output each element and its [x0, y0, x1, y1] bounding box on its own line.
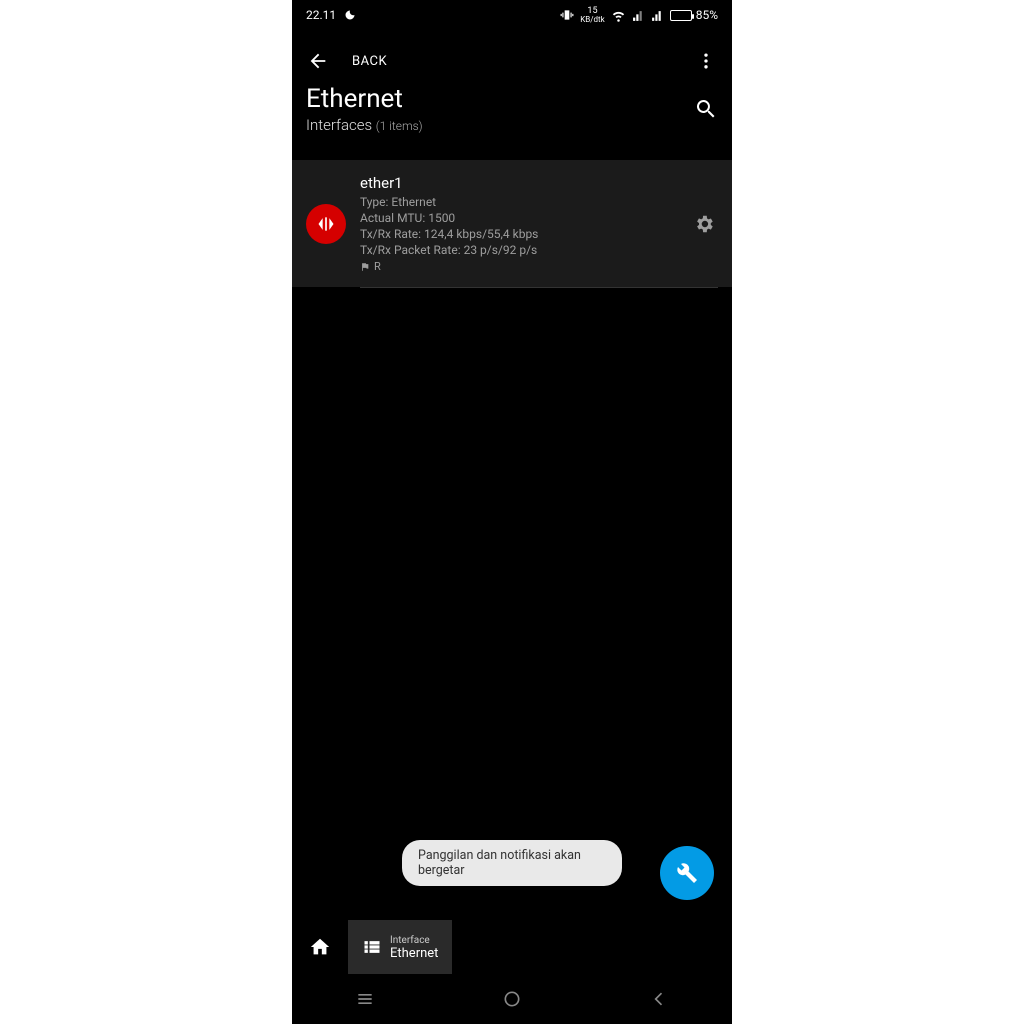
interface-mtu: Actual MTU: 1500	[360, 210, 676, 226]
bottom-tab-bar: Interface Ethernet	[292, 920, 732, 974]
battery-icon	[670, 10, 692, 21]
net-rate-indicator: 15 KB/dtk	[580, 7, 605, 24]
flag-icon	[360, 262, 370, 272]
app-bar-left: BACK	[306, 49, 387, 73]
item-count: (1 items)	[376, 119, 423, 133]
wrench-icon	[675, 861, 699, 885]
search-icon[interactable]	[694, 97, 718, 121]
home-icon	[309, 936, 331, 958]
interface-list-item[interactable]: ether1 Type: Ethernet Actual MTU: 1500 T…	[292, 160, 732, 287]
titles: Ethernet Interfaces (1 items)	[306, 84, 423, 134]
interface-name: ether1	[360, 174, 676, 192]
toast-message: Panggilan dan notifikasi akan bergetar	[402, 840, 622, 886]
subtitle-text: Interfaces	[306, 116, 372, 134]
battery-pct: 85%	[696, 8, 718, 22]
list-divider	[360, 287, 718, 288]
tab-home[interactable]	[292, 920, 348, 974]
flag-letter: R	[374, 260, 381, 273]
vibrate-icon	[560, 8, 574, 22]
interface-avatar-icon	[306, 204, 346, 244]
sys-back-button[interactable]	[645, 985, 673, 1013]
signal-1-icon	[632, 9, 645, 22]
interface-settings-button[interactable]	[690, 210, 718, 238]
recents-icon	[355, 989, 375, 1009]
system-nav-bar	[292, 974, 732, 1024]
circle-icon	[502, 989, 522, 1009]
sys-home-button[interactable]	[498, 985, 526, 1013]
back-label[interactable]: BACK	[352, 54, 387, 69]
status-time: 22.11	[306, 8, 336, 22]
app-bar-top: BACK	[306, 44, 718, 78]
app-bar: BACK Ethernet Interfaces (1 items)	[292, 30, 732, 140]
sys-recents-button[interactable]	[351, 985, 379, 1013]
tools-fab[interactable]	[660, 846, 714, 900]
wifi-icon	[611, 8, 626, 23]
status-right: 15 KB/dtk 85%	[560, 7, 718, 24]
interface-type: Type: Ethernet	[360, 194, 676, 210]
interface-flag: R	[360, 260, 676, 273]
tab-interface-ethernet[interactable]: Interface Ethernet	[348, 920, 452, 974]
net-rate-unit: KB/dtk	[580, 16, 605, 24]
list-icon	[362, 937, 382, 957]
tab-labels: Interface Ethernet	[390, 934, 438, 960]
interface-body: ether1 Type: Ethernet Actual MTU: 1500 T…	[360, 174, 676, 273]
moon-icon	[344, 9, 356, 21]
page-subtitle: Interfaces (1 items)	[306, 116, 423, 134]
tab-bottom-label: Ethernet	[390, 947, 438, 960]
back-arrow-icon[interactable]	[306, 49, 330, 73]
back-chevron-icon	[649, 989, 669, 1009]
signal-2-icon	[651, 9, 664, 22]
interface-packet-rate: Tx/Rx Packet Rate: 23 p/s/92 p/s	[360, 242, 676, 258]
gear-icon	[693, 213, 715, 235]
battery-indicator: 85%	[670, 8, 718, 22]
title-row: Ethernet Interfaces (1 items)	[306, 84, 718, 134]
status-bar: 22.11 15 KB/dtk 85%	[292, 0, 732, 30]
interface-rate: Tx/Rx Rate: 124,4 kbps/55,4 kbps	[360, 226, 676, 242]
content-area: ether1 Type: Ethernet Actual MTU: 1500 T…	[292, 140, 732, 288]
status-left: 22.11	[306, 8, 356, 22]
more-vert-icon[interactable]	[694, 49, 718, 73]
phone-frame: 22.11 15 KB/dtk 85%	[292, 0, 732, 1024]
page-title: Ethernet	[306, 84, 423, 114]
